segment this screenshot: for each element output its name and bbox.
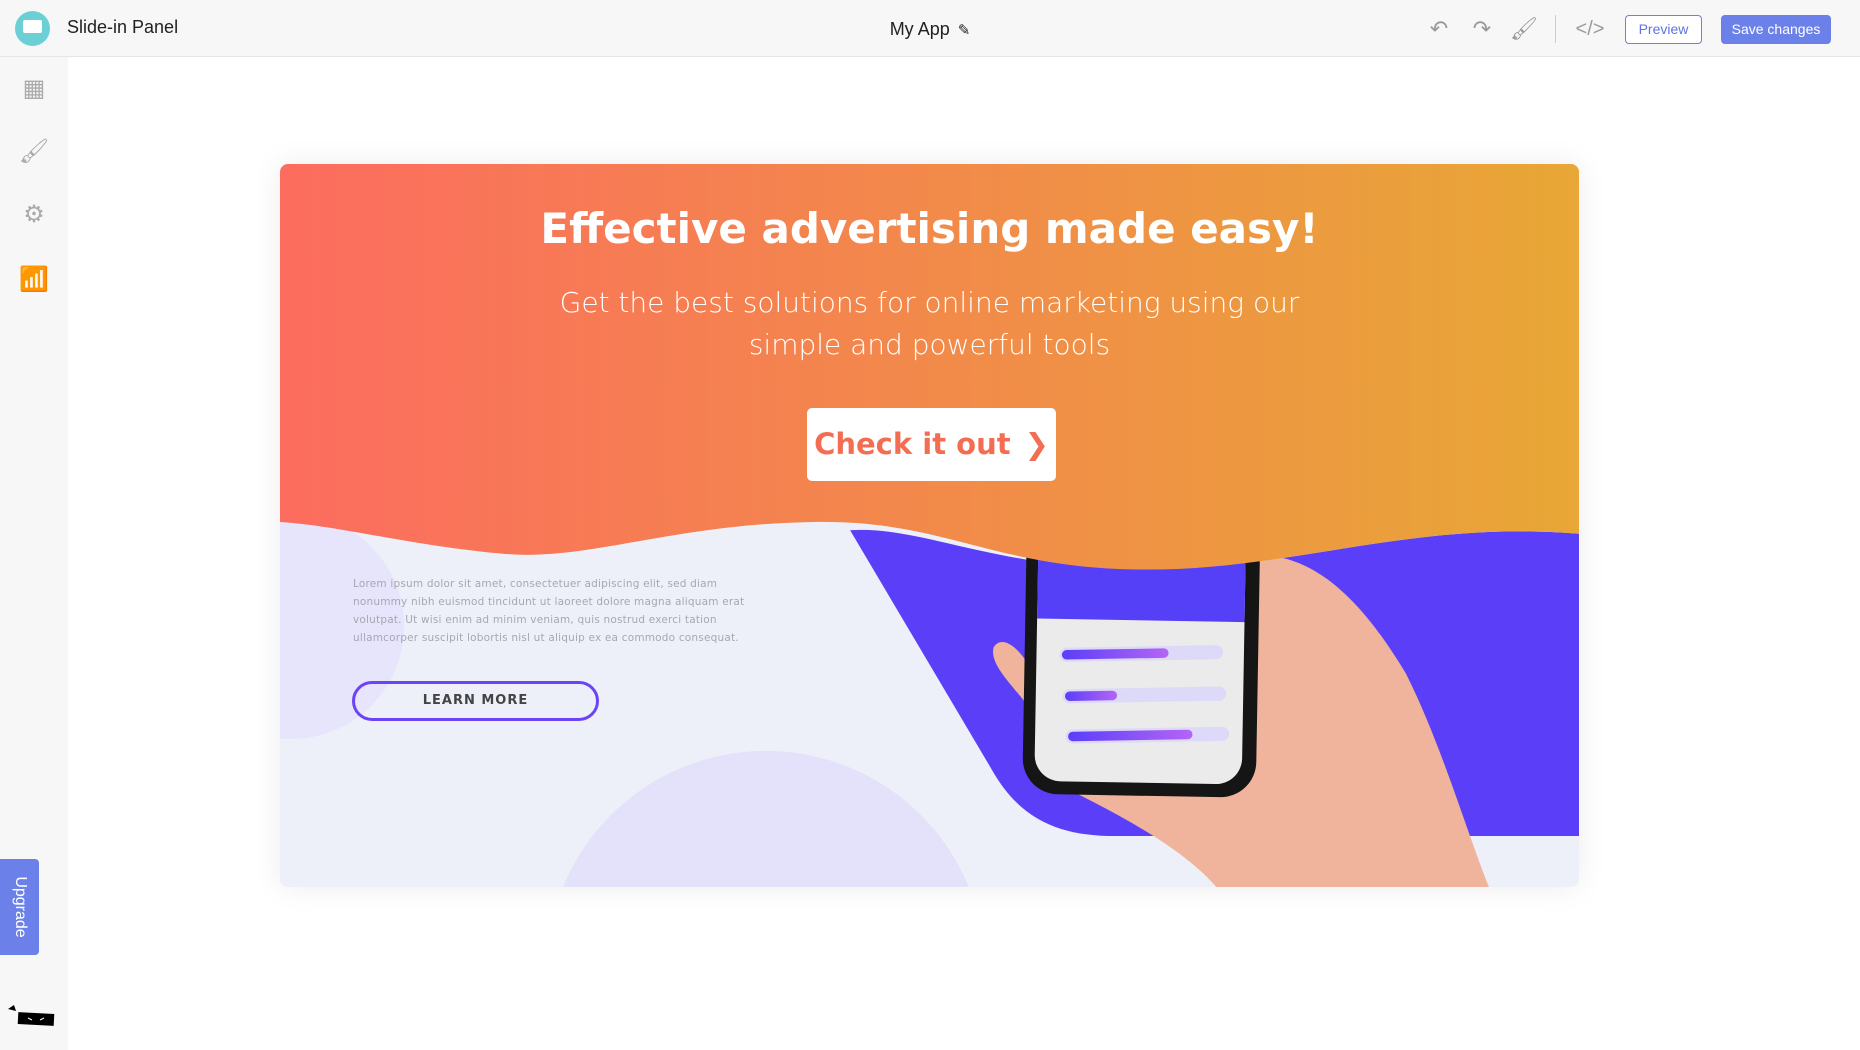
- ninja-logo: [8, 1005, 55, 1026]
- banner-artwork: [280, 164, 1579, 887]
- preview-button[interactable]: Preview: [1625, 15, 1702, 44]
- pencil-icon[interactable]: ✎: [958, 22, 971, 39]
- banner-body-text: Lorem ipsum dolor sit amet, consectetuer…: [353, 578, 745, 644]
- slide-in-panel-preview: Effective advertising made easy! Get the…: [280, 164, 1579, 887]
- layout-icon[interactable]: ▦: [18, 73, 50, 105]
- banner-title: Effective advertising made easy!: [540, 204, 1319, 253]
- cta-label: Check it out: [814, 427, 1011, 461]
- code-icon[interactable]: </>: [1575, 14, 1605, 44]
- undo-icon[interactable]: ↶: [1424, 14, 1454, 44]
- save-changes-button[interactable]: Save changes: [1721, 15, 1831, 44]
- upgrade-label: Upgrade: [11, 876, 29, 938]
- analytics-icon[interactable]: 📶: [18, 264, 50, 296]
- brush-icon[interactable]: 🖌: [18, 136, 50, 168]
- subtitle-line: simple and powerful tools: [748, 328, 1111, 361]
- check-it-out-button[interactable]: Check it out ❯: [807, 408, 1056, 481]
- subtitle-line: Get the best solutions for online market…: [559, 286, 1300, 319]
- chevron-right-icon: ❯: [1024, 427, 1049, 461]
- project-title-text: My App: [889, 19, 950, 39]
- redo-icon[interactable]: ↷: [1467, 14, 1497, 44]
- learn-more-button[interactable]: LEARN MORE: [352, 681, 599, 721]
- divider: [1555, 15, 1556, 43]
- gear-icon[interactable]: ⚙: [18, 199, 50, 231]
- paint-roller-icon[interactable]: 🖌: [1509, 14, 1539, 44]
- banner-subtitle: Get the best solutions for online market…: [280, 282, 1579, 366]
- top-bar: Slide-in Panel My App ✎ ↶ ↷ 🖌 </> Preview…: [0, 0, 1860, 57]
- upgrade-button[interactable]: Upgrade: [0, 859, 39, 955]
- decor-circle: [563, 750, 969, 887]
